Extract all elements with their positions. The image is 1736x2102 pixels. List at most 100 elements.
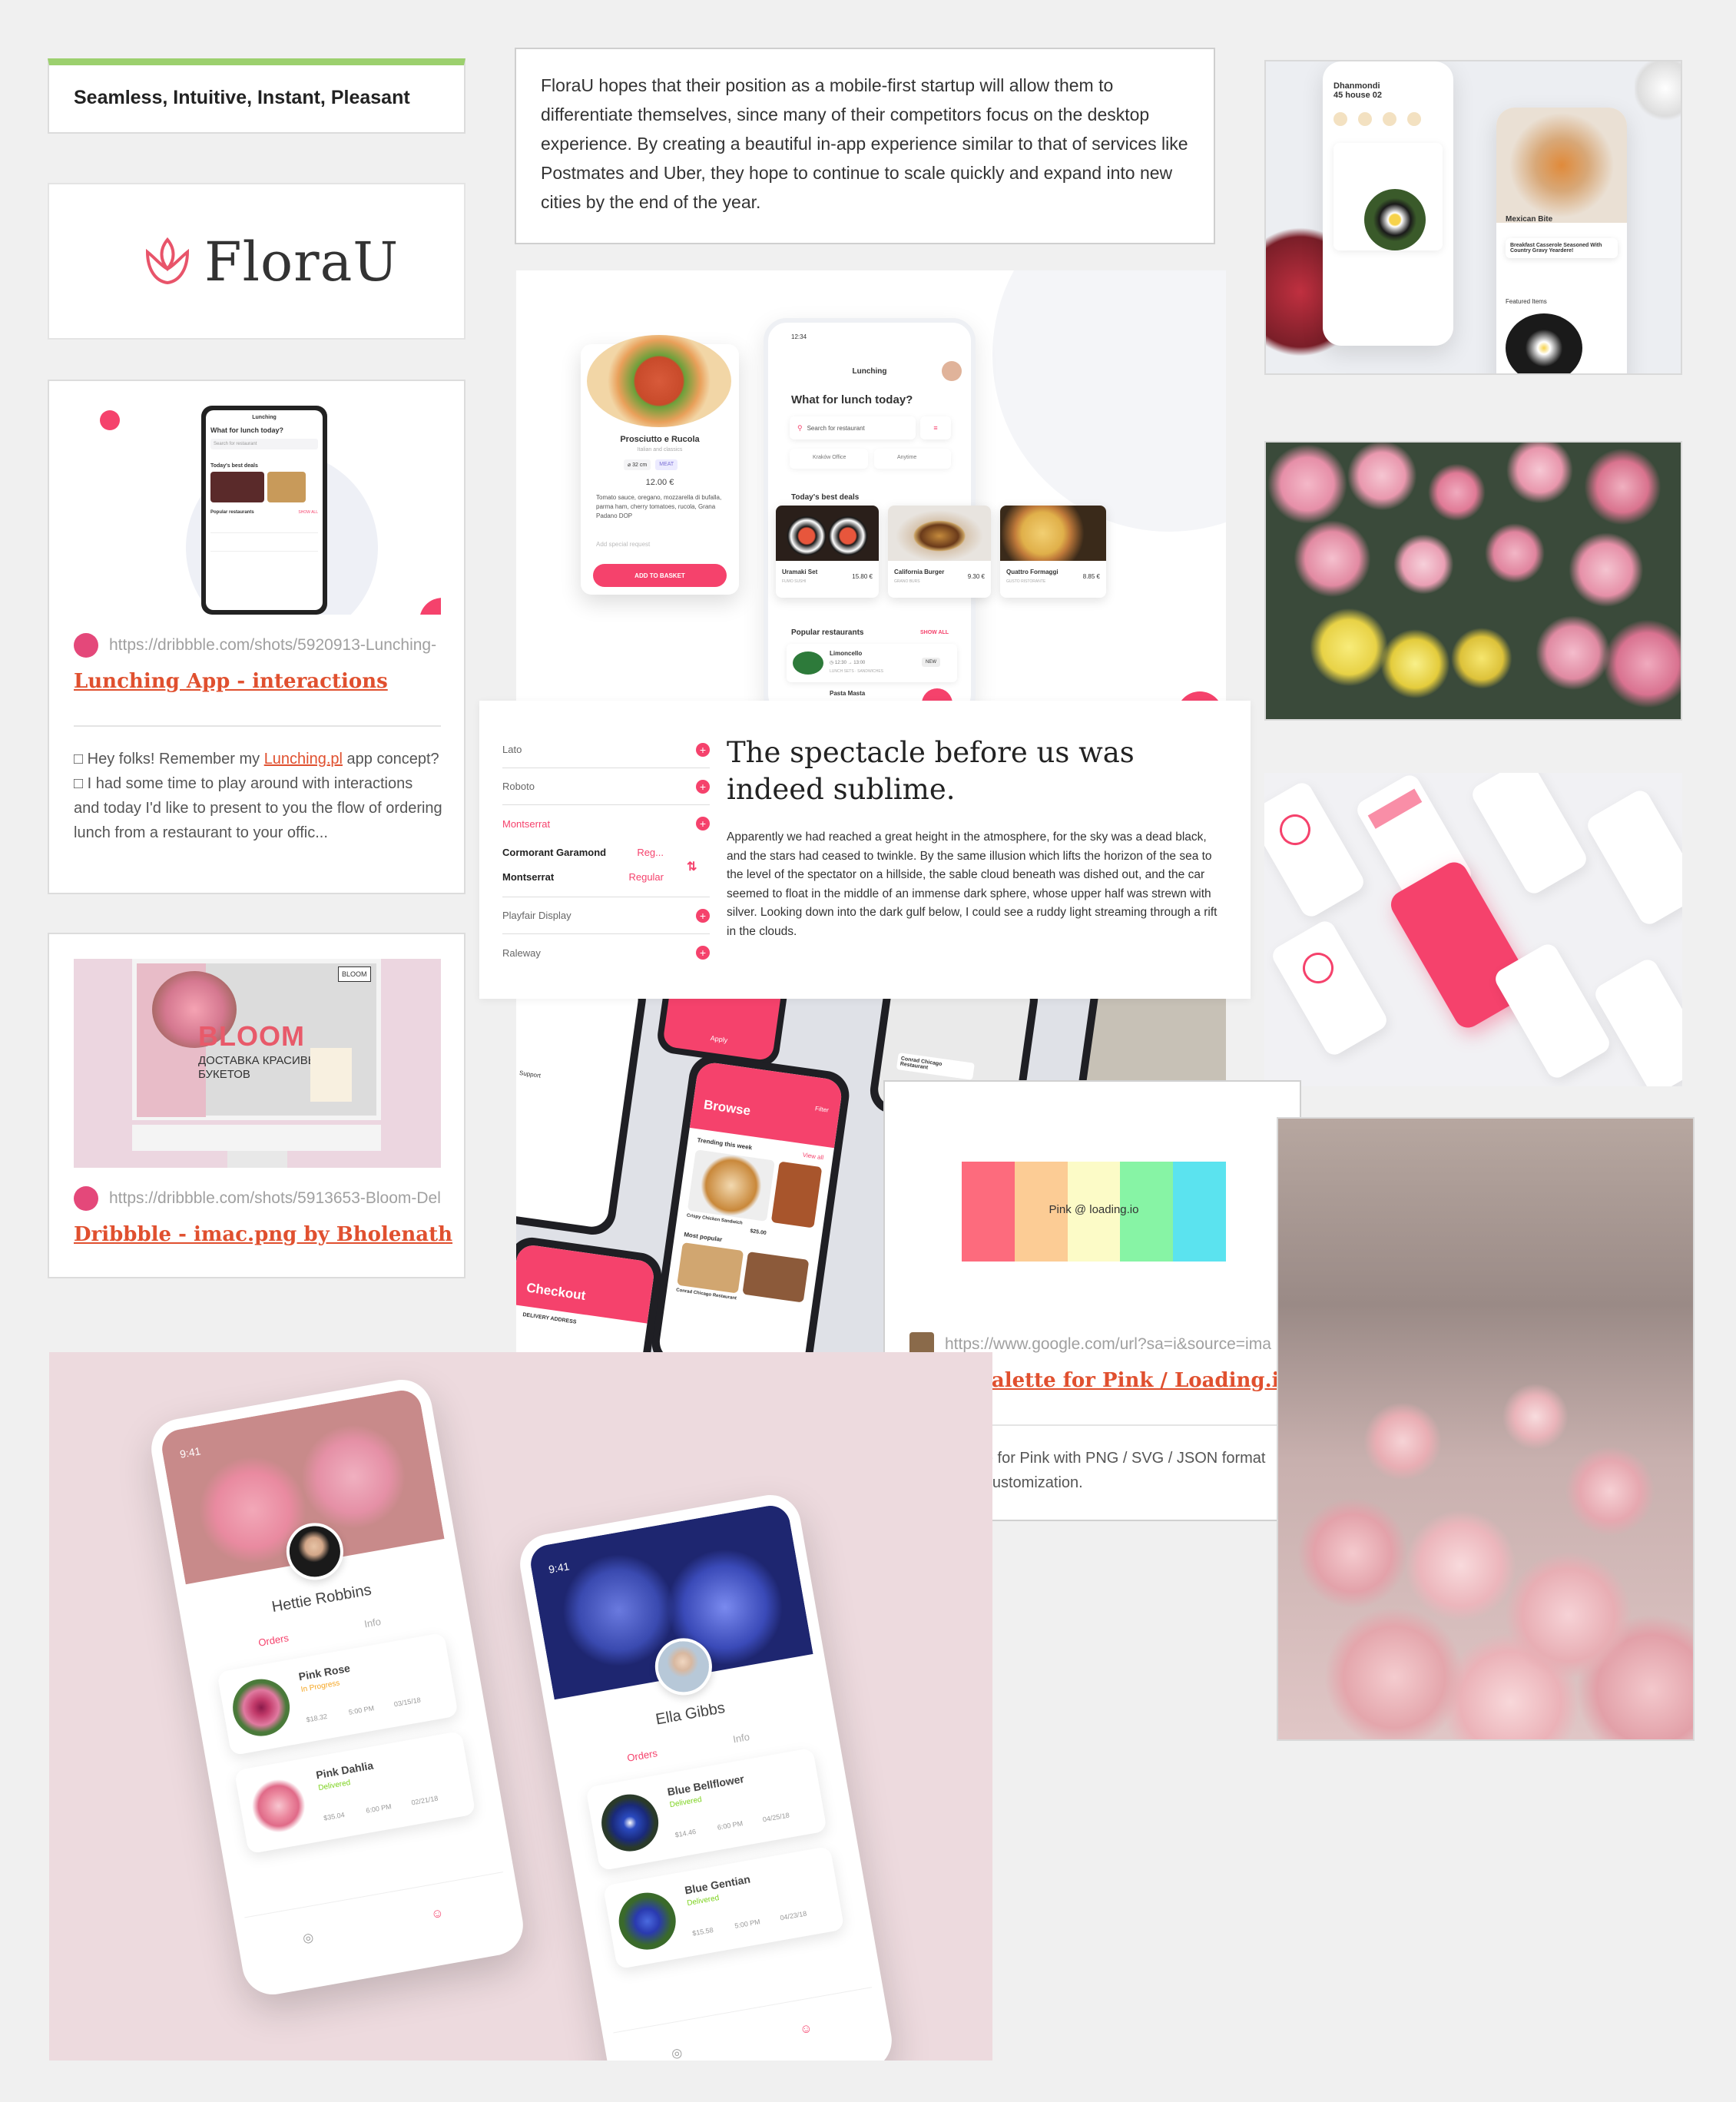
order-time: 5:00 PM bbox=[734, 1918, 761, 1930]
tagline-text: Seamless, Intuitive, Instant, Pleasant bbox=[74, 87, 410, 108]
font-name: Lato bbox=[502, 744, 522, 755]
lunch-app-showcase: Prosciutto e Rucola Italian and classics… bbox=[516, 270, 1226, 701]
palette-label: Pink @ loading.io bbox=[1049, 1203, 1139, 1216]
roses-photo[interactable] bbox=[1277, 1117, 1695, 1741]
restaurant-name: Limoncello bbox=[830, 650, 863, 657]
restaurant-row[interactable]: Limoncello ◷ 12:30 → 13:00 LUNCH SETS · … bbox=[787, 644, 957, 682]
special-request[interactable]: Add special request bbox=[596, 541, 650, 548]
support-link[interactable]: Support bbox=[519, 1069, 611, 1089]
tulip-logo-icon bbox=[145, 237, 190, 285]
order-price: $15.58 bbox=[691, 1925, 714, 1938]
imac-card: BLOOM ДОСТАВКА КРАСИВЫХ БУКЕТОВ BLOOM ht… bbox=[48, 933, 465, 1278]
pizza-tag: MEAT bbox=[655, 459, 678, 470]
lunching-url[interactable]: https://dribbble.com/shots/5920913-Lunch… bbox=[109, 636, 436, 655]
deal-card[interactable]: Uramaki Set FUMO SUSHI 15.80 € bbox=[776, 506, 879, 598]
burger-image bbox=[888, 506, 991, 561]
desc-link[interactable]: Lunching.pl bbox=[264, 751, 343, 768]
search-input[interactable]: ⚲ Search for restaurant bbox=[790, 416, 916, 439]
tab-orders[interactable]: Orders bbox=[257, 1632, 290, 1649]
font-style-select[interactable]: Regular bbox=[628, 871, 664, 883]
font-row[interactable]: Roboto + bbox=[502, 768, 710, 805]
palette-url[interactable]: https://www.google.com/url?sa=i&source=i… bbox=[945, 1335, 1271, 1354]
swap-icon[interactable]: ⇅ bbox=[687, 859, 697, 874]
food-app-image[interactable]: Dhanmondi 45 house 02 Mexican Bite Break… bbox=[1264, 60, 1682, 375]
deal-card[interactable]: Quattro Formaggi GUSTO RISTORANTE 8.85 € bbox=[1000, 506, 1106, 598]
font-row[interactable]: Raleway + bbox=[502, 934, 710, 971]
tab-info[interactable]: Info bbox=[732, 1731, 750, 1746]
add-icon[interactable]: + bbox=[696, 908, 710, 923]
order-card[interactable]: Blue Gentian Delivered $15.58 5:00 PM 04… bbox=[602, 1845, 845, 1970]
dish-card[interactable]: Breakfast Casserole Seasoned With Countr… bbox=[1506, 238, 1618, 258]
status-time: 12:34 bbox=[791, 333, 807, 340]
pizza-sub: Italian and classics bbox=[637, 447, 683, 453]
font-style-select[interactable]: Reg... bbox=[637, 847, 664, 858]
order-date: 04/25/18 bbox=[762, 1811, 790, 1824]
office-label: Kraków Office bbox=[813, 455, 846, 460]
imac-url[interactable]: https://dribbble.com/shots/5913653-Bloom… bbox=[109, 1189, 441, 1208]
office-chip[interactable]: Kraków Office bbox=[790, 449, 868, 469]
filter-link[interactable]: Filter bbox=[814, 1105, 829, 1113]
add-icon[interactable]: + bbox=[696, 742, 710, 757]
deal-sub: GUSTO RISTORANTE bbox=[1006, 579, 1046, 584]
dribbble-icon bbox=[74, 633, 98, 658]
add-icon[interactable]: + bbox=[696, 779, 710, 794]
order-status: Delivered bbox=[317, 1779, 352, 1793]
typography-card: Lato + Roboto + Montserrat + Cormorant Gara… bbox=[479, 701, 1251, 999]
restaurant-logo bbox=[793, 651, 823, 675]
order-price: $18.32 bbox=[305, 1712, 328, 1724]
font-row[interactable]: Montserrat + bbox=[502, 805, 710, 842]
home-icon[interactable]: ◎ bbox=[301, 1929, 315, 1946]
restaurant-name[interactable]: Pasta Masta bbox=[830, 690, 865, 697]
logo-card: FloraU bbox=[48, 183, 465, 340]
show-all-link[interactable]: SHOW ALL bbox=[920, 630, 949, 635]
font-row[interactable]: Playfair Display + bbox=[502, 897, 710, 934]
pizza-slice-image bbox=[1000, 506, 1106, 561]
order-date: 02/21/18 bbox=[410, 1794, 439, 1807]
add-icon[interactable]: + bbox=[696, 946, 710, 960]
restaurant-tag: NEW bbox=[922, 658, 940, 667]
description-text: FloraU hopes that their position as a mo… bbox=[541, 75, 1188, 212]
home-icon[interactable]: ◎ bbox=[670, 2044, 684, 2061]
add-to-basket-button[interactable]: ADD TO BASKET bbox=[593, 564, 727, 587]
tab-info[interactable]: Info bbox=[363, 1616, 382, 1630]
apply-button[interactable]: Apply bbox=[710, 1034, 728, 1044]
order-price: $35.04 bbox=[323, 1810, 346, 1822]
tab-orders[interactable]: Orders bbox=[626, 1747, 658, 1764]
bloom-sub2: БУКЕТОВ bbox=[198, 1068, 250, 1081]
view-all-link[interactable]: View all bbox=[802, 1152, 823, 1162]
restaurant-sub: LUNCH SETS · SANDWICHES bbox=[830, 669, 884, 674]
bloom-logo: BLOOM bbox=[338, 966, 371, 982]
deal-price: 9.30 € bbox=[967, 573, 985, 580]
lunching-card: Lunching What for lunch today? Search fo… bbox=[48, 380, 465, 894]
profile-icon[interactable]: ☺ bbox=[430, 1907, 445, 1923]
order-name: Pink Dahlia bbox=[315, 1759, 375, 1782]
bloom-sub1: ДОСТАВКА КРАСИВЫХ bbox=[198, 1054, 326, 1067]
app-screens-collage[interactable] bbox=[1264, 773, 1682, 1086]
featured-title: Featured Items bbox=[1506, 298, 1547, 305]
pizza-size[interactable]: ⌀ 32 cm bbox=[624, 459, 651, 470]
search-icon: ⚲ bbox=[797, 423, 803, 432]
lunching-thumbnail[interactable]: Lunching What for lunch today? Search fo… bbox=[74, 406, 441, 615]
filter-icon[interactable]: ≡ bbox=[920, 416, 951, 439]
order-time: 6:00 PM bbox=[717, 1819, 744, 1832]
lunching-title-link[interactable]: Lunching App - interactions bbox=[74, 670, 388, 693]
font-name: Montserrat bbox=[502, 871, 555, 883]
add-icon[interactable]: + bbox=[696, 817, 710, 831]
anytime-chip[interactable]: Anytime bbox=[874, 449, 951, 469]
tulips-photo[interactable] bbox=[1264, 441, 1682, 721]
dribbble-icon bbox=[74, 1186, 98, 1211]
order-card[interactable]: Pink Dahlia Delivered $35.04 6:00 PM 02/… bbox=[234, 1730, 476, 1855]
specimen-body: Apparently we had reached a great height… bbox=[727, 831, 1218, 938]
deal-card[interactable]: California Burger GRANO BURS 9.30 € bbox=[888, 506, 991, 598]
font-name: Raleway bbox=[502, 947, 541, 959]
imac-title-link[interactable]: Dribbble - imac.png by Bholenath bbox=[74, 1223, 452, 1246]
font-pair-row[interactable]: Cormorant Garamond Reg... Montserrat Regul… bbox=[502, 842, 710, 897]
sushi-image bbox=[776, 506, 879, 561]
avatar[interactable] bbox=[942, 361, 962, 381]
imac-thumbnail[interactable]: BLOOM ДОСТАВКА КРАСИВЫХ БУКЕТОВ BLOOM bbox=[74, 959, 441, 1168]
font-row[interactable]: Lato + bbox=[502, 731, 710, 768]
pizza-price: 12.00 € bbox=[645, 478, 674, 487]
profile-icon[interactable]: ☺ bbox=[799, 2022, 813, 2038]
mini-popular: Popular restaurants bbox=[210, 510, 254, 515]
palette-swatches[interactable]: Pink @ loading.io bbox=[962, 1162, 1226, 1262]
